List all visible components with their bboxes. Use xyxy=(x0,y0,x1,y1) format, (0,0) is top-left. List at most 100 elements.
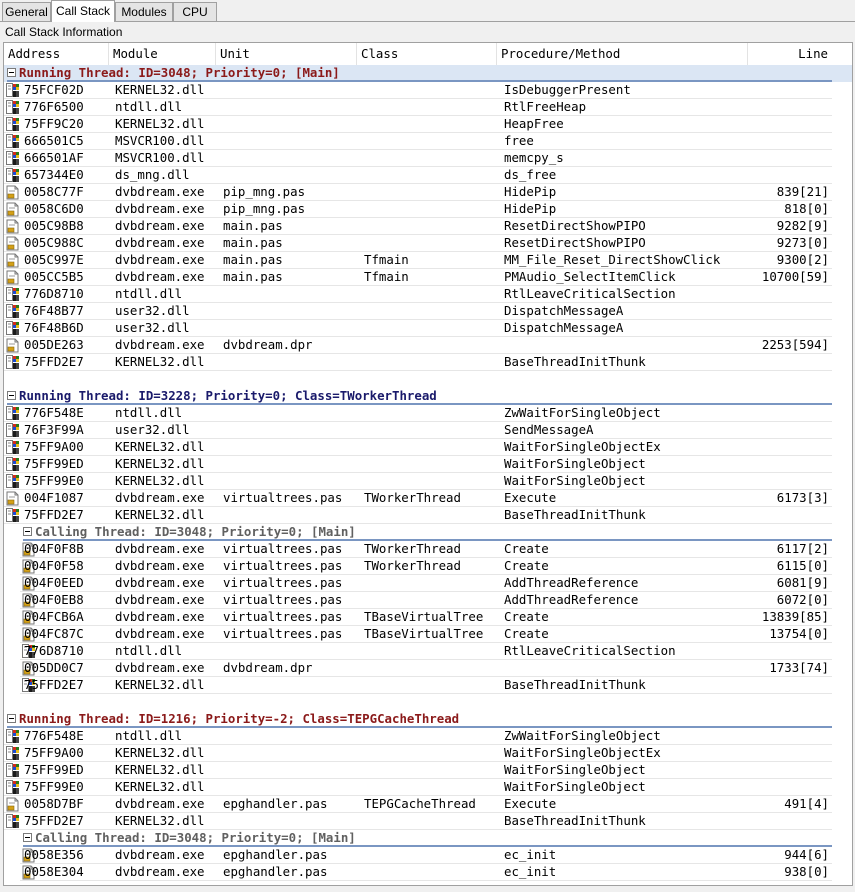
frame-procedure: HidePip xyxy=(504,184,557,199)
tab-modules[interactable]: Modules xyxy=(115,2,173,21)
frame-module: KERNEL32.dll xyxy=(115,82,205,97)
frame-module: KERNEL32.dll xyxy=(115,677,205,692)
frame-class xyxy=(364,677,504,693)
frame-row[interactable]: 75FF9A00 KERNEL32.dll WaitForSingleObjectE… xyxy=(4,745,832,762)
tree-rows: Running Thread: ID=3048; Priority=0; [Ma… xyxy=(4,65,852,881)
frame-row[interactable]: 75FF99E0 KERNEL32.dll WaitForSingleObject xyxy=(4,473,832,490)
frame-row[interactable]: 005C988C dvbdream.exe main.pas ResetDirectS… xyxy=(4,235,832,252)
frame-row[interactable]: 75FF9A00 KERNEL32.dll WaitForSingleObjectE… xyxy=(4,439,832,456)
frame-class xyxy=(364,473,504,489)
collapse-icon[interactable] xyxy=(23,527,32,536)
column-class[interactable]: Class xyxy=(357,43,497,65)
frame-address: 005CC5B5 xyxy=(24,269,84,284)
frame-class xyxy=(364,439,504,455)
frame-row[interactable]: 76F48B6D user32.dll DispatchMessageA xyxy=(4,320,832,337)
frame-procedure: WaitForSingleObject xyxy=(504,473,646,488)
frame-row[interactable]: 666501C5 MSVCR100.dll free xyxy=(4,133,832,150)
frame-line xyxy=(749,116,829,132)
frame-unit: epghandler.pas xyxy=(223,864,328,879)
frame-unit xyxy=(223,643,363,659)
frame-module: user32.dll xyxy=(115,320,190,335)
frame-row[interactable]: 75FCF02D KERNEL32.dll IsDebuggerPresent xyxy=(4,82,832,99)
frame-procedure: BaseThreadInitThunk xyxy=(504,507,646,522)
frame-row[interactable]: 75FF9C20 KERNEL32.dll HeapFree xyxy=(4,116,832,133)
thread-row[interactable]: Calling Thread: ID=3048; Priority=0; [Ma… xyxy=(4,830,852,847)
column-line[interactable]: Line xyxy=(748,43,832,65)
frame-module: ntdll.dll xyxy=(115,99,183,114)
frame-procedure: HidePip xyxy=(504,201,557,216)
frame-class xyxy=(364,184,504,200)
collapse-icon[interactable] xyxy=(7,714,16,723)
call-stack-tree[interactable]: Address Module Unit Class Procedure/Meth… xyxy=(3,42,853,886)
frame-address: 005DD0C7 xyxy=(24,660,84,675)
collapse-icon[interactable] xyxy=(23,833,32,842)
frame-procedure: BaseThreadInitThunk xyxy=(504,677,646,692)
dll-module-icon xyxy=(6,100,20,115)
thread-row[interactable]: Running Thread: ID=3048; Priority=0; [Ma… xyxy=(4,65,852,82)
frame-address: 657344E0 xyxy=(24,167,84,182)
frame-class xyxy=(364,660,504,676)
dll-module-icon xyxy=(6,304,20,319)
tab-call-stack[interactable]: Call Stack xyxy=(51,0,115,22)
column-address[interactable]: Address xyxy=(4,43,109,65)
frame-row[interactable]: 0058D7BF dvbdream.exe epghandler.pas TEPGCa… xyxy=(4,796,832,813)
frame-row[interactable]: 75FF99ED KERNEL32.dll WaitForSingleObject xyxy=(4,762,832,779)
frame-row[interactable]: 004FC87C dvbdream.exe virtualtrees.pas TBas… xyxy=(20,626,832,643)
frame-row[interactable]: 0058E356 dvbdream.exe epghandler.pas ec_ini… xyxy=(20,847,832,864)
source-unit-icon xyxy=(6,185,20,200)
source-unit-icon xyxy=(6,797,20,812)
frame-row[interactable]: 0058C77F dvbdream.exe pip_mng.pas HidePip 83… xyxy=(4,184,832,201)
frame-row[interactable]: 004F0EED dvbdream.exe virtualtrees.pas AddT… xyxy=(20,575,832,592)
frame-procedure: WaitForSingleObject xyxy=(504,779,646,794)
frame-class xyxy=(364,745,504,761)
frame-class xyxy=(364,728,504,744)
frame-row[interactable]: 004F0F8B dvbdream.exe virtualtrees.pas TWor… xyxy=(20,541,832,558)
frame-row[interactable]: 004FCB6A dvbdream.exe virtualtrees.pas TBas… xyxy=(20,609,832,626)
frame-row[interactable]: 004F0EB8 dvbdream.exe virtualtrees.pas AddT… xyxy=(20,592,832,609)
collapse-icon[interactable] xyxy=(7,68,16,77)
frame-row[interactable]: 005CC5B5 dvbdream.exe main.pas Tfmain PMAudi… xyxy=(4,269,832,286)
frame-address: 004F0EED xyxy=(24,575,84,590)
frame-row[interactable]: 75FFD2E7 KERNEL32.dll BaseThreadInitThunk xyxy=(20,677,832,694)
frame-row[interactable]: 776D8710 ntdll.dll RtlLeaveCriticalSection xyxy=(4,286,832,303)
frame-row[interactable]: 005DD0C7 dvbdream.exe dvbdream.dpr 1733[74] xyxy=(20,660,832,677)
frame-line xyxy=(749,473,829,489)
frame-class: TEPGCacheThread xyxy=(364,796,476,811)
collapse-icon[interactable] xyxy=(7,391,16,400)
frame-module: dvbdream.exe xyxy=(115,575,205,590)
frame-row[interactable]: 0058E304 dvbdream.exe epghandler.pas ec_ini… xyxy=(20,864,832,881)
frame-row[interactable]: 004F0F58 dvbdream.exe virtualtrees.pas TWor… xyxy=(20,558,832,575)
frame-row[interactable]: 776F6500 ntdll.dll RtlFreeHeap xyxy=(4,99,832,116)
frame-row[interactable]: 005DE263 dvbdream.exe dvbdream.dpr 2253[594… xyxy=(4,337,832,354)
frame-row[interactable]: 75FF99E0 KERNEL32.dll WaitForSingleObject xyxy=(4,779,832,796)
frame-module: dvbdream.exe xyxy=(115,592,205,607)
frame-row[interactable]: 776D8710 ntdll.dll RtlLeaveCriticalSection xyxy=(20,643,832,660)
frame-row[interactable]: 76F3F99A user32.dll SendMessageA xyxy=(4,422,832,439)
column-procedure[interactable]: Procedure/Method xyxy=(497,43,748,65)
source-unit-icon xyxy=(6,253,20,268)
thread-row[interactable]: Calling Thread: ID=3048; Priority=0; [Ma… xyxy=(4,524,852,541)
tab-general[interactable]: General xyxy=(2,2,51,21)
frame-row[interactable]: 776F548E ntdll.dll ZwWaitForSingleObject xyxy=(4,405,832,422)
frame-row[interactable]: 0058C6D0 dvbdream.exe pip_mng.pas HidePip 81… xyxy=(4,201,832,218)
frame-row[interactable]: 666501AF MSVCR100.dll memcpy_s xyxy=(4,150,832,167)
column-module[interactable]: Module xyxy=(109,43,216,65)
section-title: Call Stack Information xyxy=(5,25,123,39)
frame-row[interactable]: 004F1087 dvbdream.exe virtualtrees.pas TWor… xyxy=(4,490,832,507)
frame-row[interactable]: 76F48B77 user32.dll DispatchMessageA xyxy=(4,303,832,320)
thread-row[interactable]: Running Thread: ID=1216; Priority=-2; Cl… xyxy=(4,711,852,728)
tab-cpu[interactable]: CPU xyxy=(173,2,217,21)
column-unit[interactable]: Unit xyxy=(216,43,357,65)
frame-row[interactable]: 75FFD2E7 KERNEL32.dll BaseThreadInitThunk xyxy=(4,813,832,830)
frame-row[interactable]: 005C997E dvbdream.exe main.pas Tfmain MM_Fil… xyxy=(4,252,832,269)
thread-row[interactable]: Running Thread: ID=3228; Priority=0; Cla… xyxy=(4,388,852,405)
frame-row[interactable]: 776F548E ntdll.dll ZwWaitForSingleObject xyxy=(4,728,832,745)
frame-unit xyxy=(223,405,363,421)
frame-row[interactable]: 657344E0 ds_mng.dll ds_free xyxy=(4,167,832,184)
frame-class xyxy=(364,218,504,234)
frame-row[interactable]: 75FF99ED KERNEL32.dll WaitForSingleObject xyxy=(4,456,832,473)
frame-row[interactable]: 75FFD2E7 KERNEL32.dll BaseThreadInitThunk xyxy=(4,507,832,524)
frame-row[interactable]: 75FFD2E7 KERNEL32.dll BaseThreadInitThunk xyxy=(4,354,832,371)
frame-row[interactable]: 005C98B8 dvbdream.exe main.pas ResetDirectS… xyxy=(4,218,832,235)
frame-module: ntdll.dll xyxy=(115,286,183,301)
